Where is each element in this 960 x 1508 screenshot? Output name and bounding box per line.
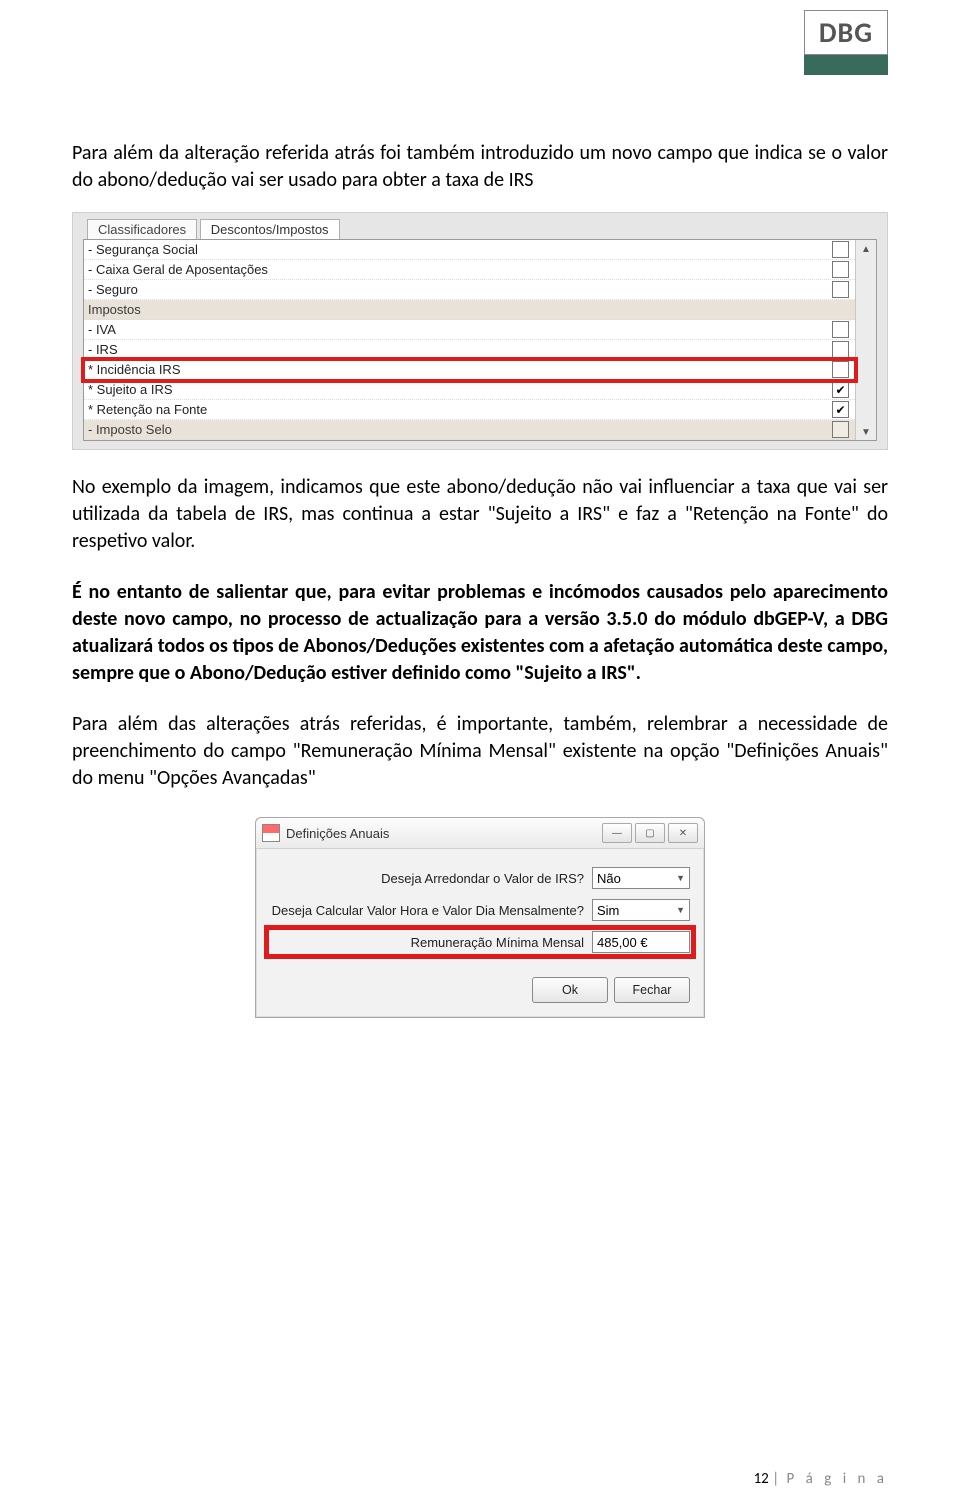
input-value: 485,00 € bbox=[597, 935, 648, 950]
grid-row[interactable]: - Segurança Social bbox=[84, 240, 855, 260]
checkbox[interactable] bbox=[832, 321, 849, 338]
grid-descontos: - Segurança Social - Caixa Geral de Apos… bbox=[84, 240, 855, 440]
grid-row[interactable]: - Seguro bbox=[84, 280, 855, 300]
scrollbar[interactable]: ▲ ▼ bbox=[855, 240, 876, 440]
page-number: 12 bbox=[754, 1470, 769, 1488]
maximize-icon[interactable]: ▢ bbox=[635, 823, 665, 843]
fechar-button[interactable]: Fechar bbox=[614, 977, 690, 1003]
window-titlebar[interactable]: Definições Anuais — ▢ ✕ bbox=[256, 818, 704, 849]
paragraph-salientar: É no entanto de salientar que, para evit… bbox=[72, 579, 888, 687]
field-remuneracao-minima: Remuneração Mínima Mensal 485,00 € bbox=[270, 931, 690, 953]
chevron-down-icon: ▼ bbox=[676, 873, 685, 883]
grid-row-label: - Segurança Social bbox=[88, 242, 198, 257]
field-valor-hora-dia: Deseja Calcular Valor Hora e Valor Dia M… bbox=[270, 899, 690, 921]
window-title: Definições Anuais bbox=[286, 826, 602, 841]
page-label: P á g i n a bbox=[787, 1470, 888, 1488]
grid-row[interactable]: - IRS bbox=[84, 340, 855, 360]
field-label: Deseja Arredondar o Valor de IRS? bbox=[381, 871, 584, 886]
dropdown-arredondar[interactable]: Não ▼ bbox=[592, 867, 690, 889]
tab-descontos-impostos[interactable]: Descontos/Impostos bbox=[200, 219, 340, 239]
dropdown-value: Não bbox=[597, 871, 621, 886]
checkbox[interactable] bbox=[832, 341, 849, 358]
checkbox[interactable] bbox=[832, 241, 849, 258]
checkbox[interactable] bbox=[832, 421, 849, 438]
grid-row-label: - IRS bbox=[88, 342, 118, 357]
grid-row[interactable]: * Retenção na Fonte ✔ bbox=[84, 400, 855, 420]
page-footer: 12 | P á g i n a bbox=[754, 1470, 888, 1488]
checkbox-checked[interactable]: ✔ bbox=[832, 381, 849, 398]
minimize-icon[interactable]: — bbox=[602, 823, 632, 843]
screenshot-definicoes-anuais: Definições Anuais — ▢ ✕ Deseja Arredonda… bbox=[255, 817, 705, 1018]
grid-row[interactable]: - Caixa Geral de Aposentações bbox=[84, 260, 855, 280]
dropdown-valor-hora[interactable]: Sim ▼ bbox=[592, 899, 690, 921]
scroll-up-icon[interactable]: ▲ bbox=[861, 242, 871, 255]
grid-row-label: * Incidência IRS bbox=[88, 362, 181, 377]
field-label: Remuneração Mínima Mensal bbox=[411, 935, 584, 950]
field-arredondar-irs: Deseja Arredondar o Valor de IRS? Não ▼ bbox=[270, 867, 690, 889]
grid-row[interactable]: * Sujeito a IRS ✔ bbox=[84, 380, 855, 400]
grid-row-label: - Caixa Geral de Aposentações bbox=[88, 262, 268, 277]
tab-classificadores[interactable]: Classificadores bbox=[87, 219, 197, 239]
grid-row-group: Impostos bbox=[84, 300, 855, 320]
checkbox[interactable] bbox=[832, 281, 849, 298]
grid-row[interactable]: - Imposto Selo bbox=[84, 420, 855, 440]
brand-logo: DBG bbox=[804, 10, 888, 75]
grid-row-incidencia-irs[interactable]: * Incidência IRS bbox=[84, 360, 855, 380]
paragraph-relembrar: Para além das alterações atrás referidas… bbox=[72, 711, 888, 792]
checkbox[interactable] bbox=[832, 361, 849, 378]
ok-button[interactable]: Ok bbox=[532, 977, 608, 1003]
input-remuneracao-minima[interactable]: 485,00 € bbox=[592, 931, 690, 953]
dropdown-value: Sim bbox=[597, 903, 619, 918]
brand-logo-bar bbox=[804, 55, 888, 75]
grid-row-label: - IVA bbox=[88, 322, 116, 337]
paragraph-exemplo: No exemplo da imagem, indicamos que este… bbox=[72, 474, 888, 555]
brand-logo-text: DBG bbox=[804, 10, 888, 55]
close-icon[interactable]: ✕ bbox=[668, 823, 698, 843]
grid-row-label: - Seguro bbox=[88, 282, 138, 297]
grid-row-label: * Sujeito a IRS bbox=[88, 382, 173, 397]
paragraph-intro: Para além da alteração referida atrás fo… bbox=[72, 140, 888, 194]
field-label: Deseja Calcular Valor Hora e Valor Dia M… bbox=[272, 903, 584, 918]
app-icon bbox=[262, 824, 280, 842]
grid-row[interactable]: - IVA bbox=[84, 320, 855, 340]
checkbox[interactable] bbox=[832, 261, 849, 278]
grid-row-label: * Retenção na Fonte bbox=[88, 402, 207, 417]
grid-row-label: Impostos bbox=[88, 302, 141, 317]
checkbox-checked[interactable]: ✔ bbox=[832, 401, 849, 418]
screenshot-descontos-impostos: Classificadores Descontos/Impostos - Seg… bbox=[72, 212, 888, 450]
scroll-down-icon[interactable]: ▼ bbox=[861, 425, 871, 438]
chevron-down-icon: ▼ bbox=[676, 905, 685, 915]
grid-row-label: - Imposto Selo bbox=[88, 422, 172, 437]
